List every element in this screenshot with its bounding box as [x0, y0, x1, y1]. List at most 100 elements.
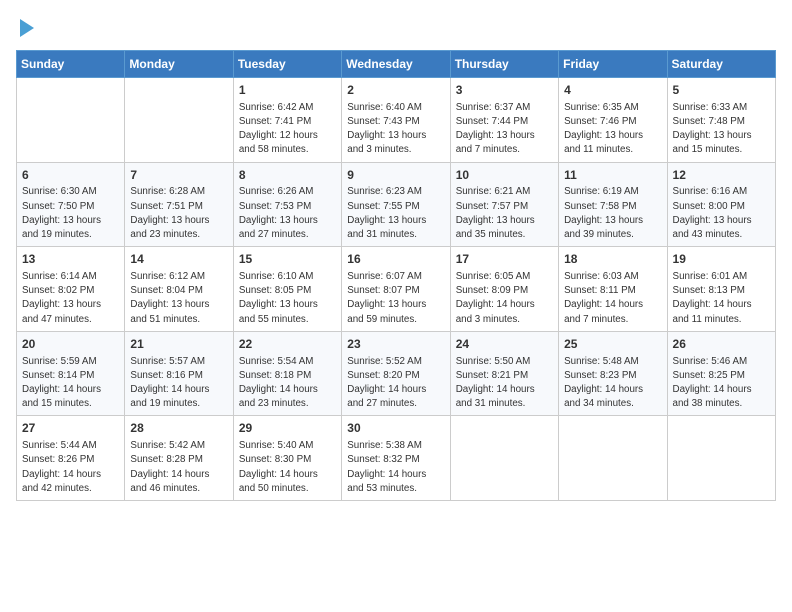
logo: [16, 16, 34, 38]
header-day-friday: Friday: [559, 51, 667, 78]
day-info: Sunrise: 6:05 AM Sunset: 8:09 PM Dayligh…: [456, 270, 553, 327]
calendar-cell: 19 Sunrise: 6:01 AM Sunset: 8:13 PM Dayli…: [667, 247, 775, 332]
day-info: Sunrise: 5:54 AM Sunset: 8:18 PM Dayligh…: [239, 355, 336, 412]
day-info: Sunrise: 6:42 AM Sunset: 7:41 PM Dayligh…: [239, 101, 336, 158]
day-number: 5: [673, 82, 770, 99]
day-info: Sunrise: 6:10 AM Sunset: 8:05 PM Dayligh…: [239, 270, 336, 327]
day-number: 8: [239, 167, 336, 184]
day-number: 19: [673, 251, 770, 268]
day-number: 17: [456, 251, 553, 268]
day-info: Sunrise: 6:28 AM Sunset: 7:51 PM Dayligh…: [130, 185, 227, 242]
calendar-table: SundayMondayTuesdayWednesdayThursdayFrid…: [16, 50, 776, 501]
day-number: 29: [239, 420, 336, 437]
day-info: Sunrise: 5:48 AM Sunset: 8:23 PM Dayligh…: [564, 355, 661, 412]
header-day-sunday: Sunday: [17, 51, 125, 78]
calendar-body: 1 Sunrise: 6:42 AM Sunset: 7:41 PM Daylig…: [17, 78, 776, 501]
calendar-header: SundayMondayTuesdayWednesdayThursdayFrid…: [17, 51, 776, 78]
day-info: Sunrise: 5:46 AM Sunset: 8:25 PM Dayligh…: [673, 355, 770, 412]
calendar-cell: 11Sunrise: 6:19 AM Sunset: 7:58 PM Dayli…: [559, 162, 667, 247]
day-info: Sunrise: 5:57 AM Sunset: 8:16 PM Dayligh…: [130, 355, 227, 412]
calendar-cell: [17, 78, 125, 163]
calendar-cell: 23Sunrise: 5:52 AM Sunset: 8:20 PM Dayli…: [342, 331, 450, 416]
calendar-cell: 24 Sunrise: 5:50 AM Sunset: 8:21 PM Dayli…: [450, 331, 558, 416]
calendar-cell: 16 Sunrise: 6:07 AM Sunset: 8:07 PM Dayli…: [342, 247, 450, 332]
calendar-cell: 6Sunrise: 6:30 AM Sunset: 7:50 PM Daylig…: [17, 162, 125, 247]
day-number: 20: [22, 336, 119, 353]
header-day-wednesday: Wednesday: [342, 51, 450, 78]
day-info: Sunrise: 6:23 AM Sunset: 7:55 PM Dayligh…: [347, 185, 444, 242]
page-header: [16, 16, 776, 38]
day-number: 13: [22, 251, 119, 268]
calendar-cell: [667, 416, 775, 501]
calendar-cell: 18 Sunrise: 6:03 AM Sunset: 8:11 PM Dayli…: [559, 247, 667, 332]
day-number: 4: [564, 82, 661, 99]
day-number: 1: [239, 82, 336, 99]
day-info: Sunrise: 6:03 AM Sunset: 8:11 PM Dayligh…: [564, 270, 661, 327]
day-info: Sunrise: 5:40 AM Sunset: 8:30 PM Dayligh…: [239, 439, 336, 496]
week-row-3: 13 Sunrise: 6:14 AM Sunset: 8:02 PM Dayli…: [17, 247, 776, 332]
day-info: Sunrise: 6:14 AM Sunset: 8:02 PM Dayligh…: [22, 270, 119, 327]
day-number: 15: [239, 251, 336, 268]
header-day-saturday: Saturday: [667, 51, 775, 78]
calendar-cell: 20Sunrise: 5:59 AM Sunset: 8:14 PM Dayli…: [17, 331, 125, 416]
day-number: 30: [347, 420, 444, 437]
calendar-cell: 14 Sunrise: 6:12 AM Sunset: 8:04 PM Dayli…: [125, 247, 233, 332]
day-info: Sunrise: 6:19 AM Sunset: 7:58 PM Dayligh…: [564, 185, 661, 242]
day-info: Sunrise: 5:50 AM Sunset: 8:21 PM Dayligh…: [456, 355, 553, 412]
week-row-2: 6Sunrise: 6:30 AM Sunset: 7:50 PM Daylig…: [17, 162, 776, 247]
day-info: Sunrise: 5:52 AM Sunset: 8:20 PM Dayligh…: [347, 355, 444, 412]
calendar-cell: [559, 416, 667, 501]
calendar-cell: [125, 78, 233, 163]
calendar-cell: 21 Sunrise: 5:57 AM Sunset: 8:16 PM Dayli…: [125, 331, 233, 416]
day-number: 16: [347, 251, 444, 268]
day-number: 22: [239, 336, 336, 353]
week-row-1: 1 Sunrise: 6:42 AM Sunset: 7:41 PM Daylig…: [17, 78, 776, 163]
day-info: Sunrise: 6:16 AM Sunset: 8:00 PM Dayligh…: [673, 185, 770, 242]
day-number: 9: [347, 167, 444, 184]
day-info: Sunrise: 6:01 AM Sunset: 8:13 PM Dayligh…: [673, 270, 770, 327]
calendar-cell: 12Sunrise: 6:16 AM Sunset: 8:00 PM Dayli…: [667, 162, 775, 247]
calendar-cell: 7Sunrise: 6:28 AM Sunset: 7:51 PM Daylig…: [125, 162, 233, 247]
calendar-cell: 13 Sunrise: 6:14 AM Sunset: 8:02 PM Dayli…: [17, 247, 125, 332]
calendar-cell: 2 Sunrise: 6:40 AM Sunset: 7:43 PM Daylig…: [342, 78, 450, 163]
calendar-cell: 17 Sunrise: 6:05 AM Sunset: 8:09 PM Dayli…: [450, 247, 558, 332]
day-info: Sunrise: 6:33 AM Sunset: 7:48 PM Dayligh…: [673, 101, 770, 158]
calendar-cell: 3Sunrise: 6:37 AM Sunset: 7:44 PM Daylig…: [450, 78, 558, 163]
day-number: 24: [456, 336, 553, 353]
calendar-cell: 25 Sunrise: 5:48 AM Sunset: 8:23 PM Dayli…: [559, 331, 667, 416]
calendar-cell: 27Sunrise: 5:44 AM Sunset: 8:26 PM Dayli…: [17, 416, 125, 501]
day-info: Sunrise: 6:37 AM Sunset: 7:44 PM Dayligh…: [456, 101, 553, 158]
day-number: 14: [130, 251, 227, 268]
day-number: 2: [347, 82, 444, 99]
day-info: Sunrise: 6:35 AM Sunset: 7:46 PM Dayligh…: [564, 101, 661, 158]
day-info: Sunrise: 6:30 AM Sunset: 7:50 PM Dayligh…: [22, 185, 119, 242]
day-number: 7: [130, 167, 227, 184]
day-number: 12: [673, 167, 770, 184]
calendar-cell: 15 Sunrise: 6:10 AM Sunset: 8:05 PM Dayli…: [233, 247, 341, 332]
day-number: 21: [130, 336, 227, 353]
week-row-4: 20Sunrise: 5:59 AM Sunset: 8:14 PM Dayli…: [17, 331, 776, 416]
day-info: Sunrise: 6:21 AM Sunset: 7:57 PM Dayligh…: [456, 185, 553, 242]
day-info: Sunrise: 6:40 AM Sunset: 7:43 PM Dayligh…: [347, 101, 444, 158]
calendar-cell: 1 Sunrise: 6:42 AM Sunset: 7:41 PM Daylig…: [233, 78, 341, 163]
calendar-cell: 8Sunrise: 6:26 AM Sunset: 7:53 PM Daylig…: [233, 162, 341, 247]
calendar-cell: 30Sunrise: 5:38 AM Sunset: 8:32 PM Dayli…: [342, 416, 450, 501]
header-day-tuesday: Tuesday: [233, 51, 341, 78]
day-info: Sunrise: 6:12 AM Sunset: 8:04 PM Dayligh…: [130, 270, 227, 327]
day-info: Sunrise: 6:07 AM Sunset: 8:07 PM Dayligh…: [347, 270, 444, 327]
calendar-cell: 9Sunrise: 6:23 AM Sunset: 7:55 PM Daylig…: [342, 162, 450, 247]
header-day-monday: Monday: [125, 51, 233, 78]
day-info: Sunrise: 6:26 AM Sunset: 7:53 PM Dayligh…: [239, 185, 336, 242]
calendar-cell: 22 Sunrise: 5:54 AM Sunset: 8:18 PM Dayli…: [233, 331, 341, 416]
logo-arrow-icon: [20, 19, 34, 37]
day-number: 6: [22, 167, 119, 184]
day-number: 11: [564, 167, 661, 184]
day-number: 25: [564, 336, 661, 353]
day-number: 27: [22, 420, 119, 437]
day-number: 18: [564, 251, 661, 268]
day-number: 28: [130, 420, 227, 437]
calendar-cell: 10Sunrise: 6:21 AM Sunset: 7:57 PM Dayli…: [450, 162, 558, 247]
day-number: 26: [673, 336, 770, 353]
header-row: SundayMondayTuesdayWednesdayThursdayFrid…: [17, 51, 776, 78]
calendar-cell: 4 Sunrise: 6:35 AM Sunset: 7:46 PM Daylig…: [559, 78, 667, 163]
